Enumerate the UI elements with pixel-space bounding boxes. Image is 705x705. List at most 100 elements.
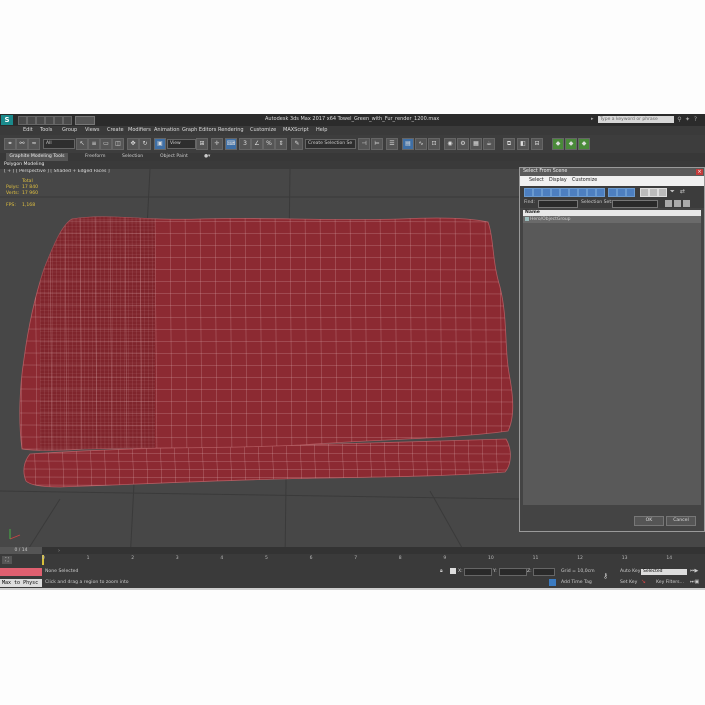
pivot-point-icon[interactable]: ⊞ bbox=[196, 138, 208, 150]
project-folder-icon[interactable] bbox=[63, 116, 72, 125]
selection-set-add-icon[interactable] bbox=[665, 200, 672, 207]
tab-selection[interactable]: Selection bbox=[122, 154, 143, 159]
select-link-icon[interactable]: ⚭ bbox=[4, 138, 16, 150]
selection-set-edit-icon[interactable] bbox=[683, 200, 690, 207]
named-selection-dropdown[interactable]: Create Selection Se bbox=[305, 139, 356, 149]
absolute-mode-icon[interactable] bbox=[450, 568, 456, 574]
key-mode-dropdown[interactable]: Selected bbox=[641, 569, 687, 575]
x-coord-field[interactable] bbox=[464, 568, 492, 576]
filter-space-warps-icon[interactable] bbox=[569, 188, 578, 197]
maxscript-mini-listener[interactable]: Max to Physc bbox=[0, 579, 42, 587]
window-crossing-icon[interactable]: ◫ bbox=[112, 138, 124, 150]
search-dropdown-icon[interactable]: ▸ bbox=[591, 116, 596, 123]
menu-help[interactable]: Help bbox=[316, 127, 327, 133]
filter-bones-icon[interactable] bbox=[596, 188, 605, 197]
selection-filter-dropdown[interactable]: All bbox=[43, 139, 75, 149]
scene-object-list[interactable]: Hero/ObjectGroup bbox=[523, 216, 701, 505]
list-item[interactable]: Hero/ObjectGroup bbox=[523, 216, 701, 223]
help-icon[interactable]: ? bbox=[692, 116, 699, 123]
close-icon[interactable]: × bbox=[696, 169, 703, 175]
select-manipulate-icon[interactable]: ✛ bbox=[211, 138, 223, 150]
add-time-tag[interactable]: Add Time Tag bbox=[561, 580, 592, 585]
auto-key-button[interactable]: Auto Key bbox=[620, 569, 640, 574]
save-file-icon[interactable] bbox=[36, 116, 45, 125]
menu-graph-editors[interactable]: Graph Editors bbox=[182, 127, 216, 133]
time-tag-icon[interactable] bbox=[549, 579, 556, 586]
curve-editor-icon[interactable]: ∿ bbox=[415, 138, 427, 150]
render-production-icon[interactable]: ☕ bbox=[483, 138, 495, 150]
material-editor-icon[interactable]: ◉ bbox=[444, 138, 456, 150]
cancel-button[interactable]: Cancel bbox=[666, 516, 696, 526]
find-input[interactable] bbox=[538, 200, 578, 208]
tab-freeform[interactable]: Freeform bbox=[85, 154, 105, 159]
move-icon[interactable]: ✥ bbox=[127, 138, 139, 150]
dialog-menu-display[interactable]: Display bbox=[549, 178, 567, 183]
select-all-icon[interactable] bbox=[640, 188, 649, 197]
lock-selection-icon[interactable]: 🔒︎ bbox=[440, 568, 443, 574]
dialog-menu-customize[interactable]: Customize bbox=[572, 178, 597, 183]
menu-modifiers[interactable]: Modifiers bbox=[128, 127, 151, 133]
ribbon-options-icon[interactable]: ●▾ bbox=[204, 154, 210, 159]
viewport-label[interactable]: [ + ] [ Perspective ] [ Shaded + Edged F… bbox=[4, 169, 110, 174]
filter-xrefs-icon[interactable] bbox=[587, 188, 596, 197]
dialog-menu-select[interactable]: Select bbox=[529, 178, 544, 183]
scale-icon[interactable]: ▣ bbox=[154, 138, 166, 150]
filter-groups-icon[interactable] bbox=[578, 188, 587, 197]
render-setup-icon[interactable]: ⚙ bbox=[457, 138, 469, 150]
filter-hidden-icon[interactable] bbox=[626, 188, 635, 197]
green-tool-3-icon[interactable]: ◆ bbox=[578, 138, 590, 150]
playback-controls-icon[interactable]: ⏮▶ bbox=[690, 568, 704, 575]
edit-named-selection-icon[interactable]: ✎ bbox=[291, 138, 303, 150]
layer-explorer-icon[interactable]: ☰ bbox=[386, 138, 398, 150]
material-browser-icon[interactable]: ◧ bbox=[517, 138, 529, 150]
menu-group[interactable]: Group bbox=[62, 127, 77, 133]
menu-create[interactable]: Create bbox=[107, 127, 124, 133]
filter-lights-icon[interactable] bbox=[542, 188, 551, 197]
scene-explorer-icon[interactable]: ⧉ bbox=[503, 138, 515, 150]
y-coord-field[interactable] bbox=[499, 568, 527, 576]
menu-tools[interactable]: Tools bbox=[40, 127, 52, 133]
mini-curve-editor-icon[interactable]: ⛶ bbox=[2, 556, 12, 564]
angle-snap-icon[interactable]: ∠ bbox=[251, 138, 263, 150]
select-invert-icon[interactable] bbox=[658, 188, 667, 197]
polygon-modeling-panel[interactable]: Polygon Modeling bbox=[4, 162, 44, 167]
menu-customize[interactable]: Customize bbox=[250, 127, 276, 133]
undo-icon[interactable] bbox=[45, 116, 54, 125]
filter-helpers-icon[interactable] bbox=[560, 188, 569, 197]
search-input[interactable]: Type a keyword or phrase bbox=[598, 116, 674, 123]
keyboard-shortcut-icon[interactable]: ⌨ bbox=[225, 138, 237, 150]
bind-space-warp-icon[interactable]: ≈ bbox=[28, 138, 40, 150]
filter-frozen-icon[interactable] bbox=[617, 188, 626, 197]
toggle-ribbon-icon[interactable]: ▤ bbox=[402, 138, 414, 150]
schematic-view-icon[interactable]: ⊡ bbox=[428, 138, 440, 150]
menu-rendering[interactable]: Rendering bbox=[218, 127, 244, 133]
select-none-icon[interactable] bbox=[649, 188, 658, 197]
menu-animation[interactable]: Animation bbox=[154, 127, 180, 133]
frame-navigation-icon[interactable]: ⏭▣ bbox=[690, 579, 704, 586]
tab-graphite-modeling-tools[interactable]: Graphite Modeling Tools bbox=[6, 153, 68, 161]
unlink-icon[interactable]: ⚯ bbox=[16, 138, 28, 150]
selection-set-dropdown[interactable] bbox=[612, 200, 658, 208]
filter-funnel-icon[interactable]: ⏷ bbox=[670, 188, 677, 195]
tab-object-paint[interactable]: Object Paint bbox=[160, 154, 188, 159]
align-icon[interactable]: ⊨ bbox=[371, 138, 383, 150]
green-tool-1-icon[interactable]: ◆ bbox=[552, 138, 564, 150]
sync-selection-icon[interactable]: ⇄ bbox=[680, 188, 687, 195]
key-icon[interactable]: ⚷ bbox=[603, 572, 617, 580]
infocenter-icon[interactable]: ✦ bbox=[684, 116, 691, 123]
maxscript-listener-pink[interactable] bbox=[0, 568, 42, 576]
rectangle-selection-icon[interactable]: ▭ bbox=[100, 138, 112, 150]
set-key-button[interactable]: Set Key bbox=[620, 580, 637, 585]
time-slider[interactable]: 0 / 14 bbox=[0, 547, 42, 554]
menu-edit[interactable]: Edit bbox=[23, 127, 33, 133]
viewport-layout-icon[interactable]: ⊟ bbox=[531, 138, 543, 150]
mirror-icon[interactable]: ⊣ bbox=[358, 138, 370, 150]
z-coord-field[interactable] bbox=[533, 568, 555, 576]
spinner-snap-icon[interactable]: ⇕ bbox=[275, 138, 287, 150]
filter-geometry-icon[interactable] bbox=[524, 188, 533, 197]
dialog-title-bar[interactable]: Select From Scene × bbox=[520, 168, 704, 176]
rotate-icon[interactable]: ↻ bbox=[139, 138, 151, 150]
percent-snap-icon[interactable]: % bbox=[263, 138, 275, 150]
select-object-icon[interactable]: ↖ bbox=[76, 138, 88, 150]
menu-views[interactable]: Views bbox=[85, 127, 99, 133]
